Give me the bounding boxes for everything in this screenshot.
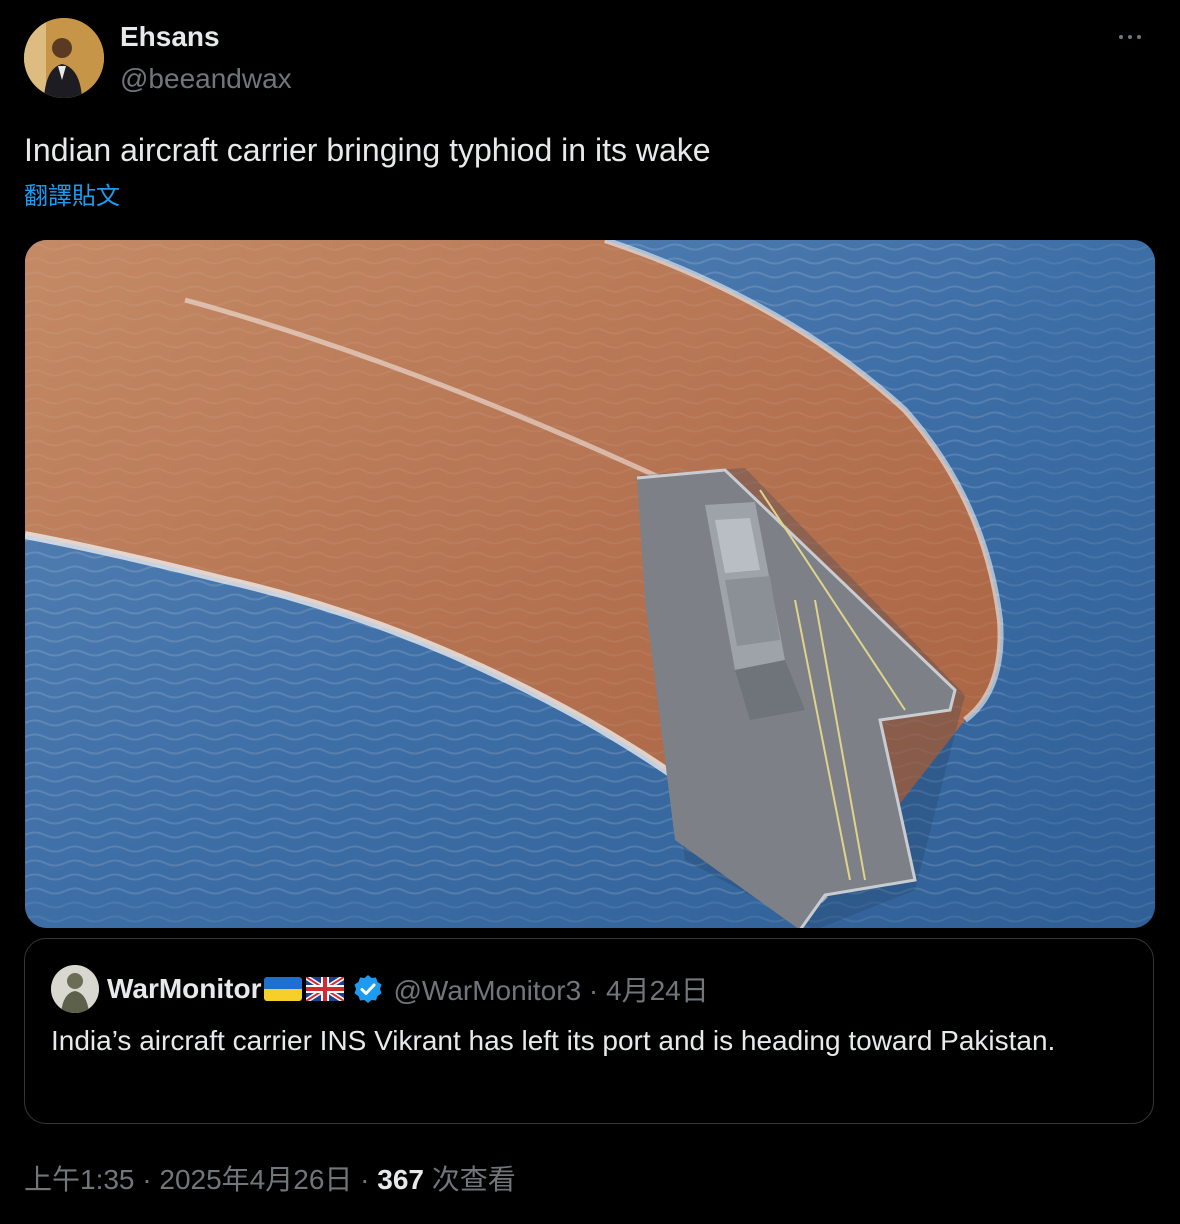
dot <box>1128 35 1132 39</box>
quote-avatar[interactable] <box>51 965 99 1013</box>
view-label: 次查看 <box>424 1164 516 1195</box>
quote-handle-date[interactable]: @WarMonitor3 · 4月24日 <box>394 969 709 1009</box>
translate-post-link[interactable]: 翻譯貼文 <box>24 180 120 214</box>
tweet-media-image[interactable] <box>25 240 1155 928</box>
author-handle[interactable]: @beeandwax <box>120 60 292 98</box>
author-avatar[interactable] <box>24 18 104 98</box>
profile-photo-icon <box>24 18 104 98</box>
dot <box>1119 35 1123 39</box>
view-count: 367 <box>377 1164 424 1195</box>
uk-flag-icon <box>305 977 344 1001</box>
tweet-timestamp[interactable]: 上午1:35 · 2025年4月26日 · <box>24 1164 377 1195</box>
author-display-name[interactable]: Ehsans <box>120 18 220 56</box>
aircraft-carrier-photo <box>25 240 1155 928</box>
tweet-meta: 上午1:35 · 2025年4月26日 · 367 次查看 <box>24 1160 516 1200</box>
soldier-avatar-icon <box>51 965 99 1013</box>
tweet-text: Indian aircraft carrier bringing typhiod… <box>24 132 711 168</box>
more-options-icon[interactable] <box>1110 22 1150 52</box>
quoted-tweet[interactable]: WarMonitor @WarMonitor3 · 4月24日 India’s … <box>24 938 1154 1124</box>
quote-text: India’s aircraft carrier INS Vikrant has… <box>51 1025 1056 1056</box>
dot <box>1137 35 1141 39</box>
ukraine-flag-icon <box>263 977 302 1001</box>
quote-header: WarMonitor @WarMonitor3 · 4月24日 <box>107 969 709 1009</box>
verified-badge-icon <box>354 975 381 1003</box>
quote-display-name[interactable]: WarMonitor <box>107 973 262 1005</box>
